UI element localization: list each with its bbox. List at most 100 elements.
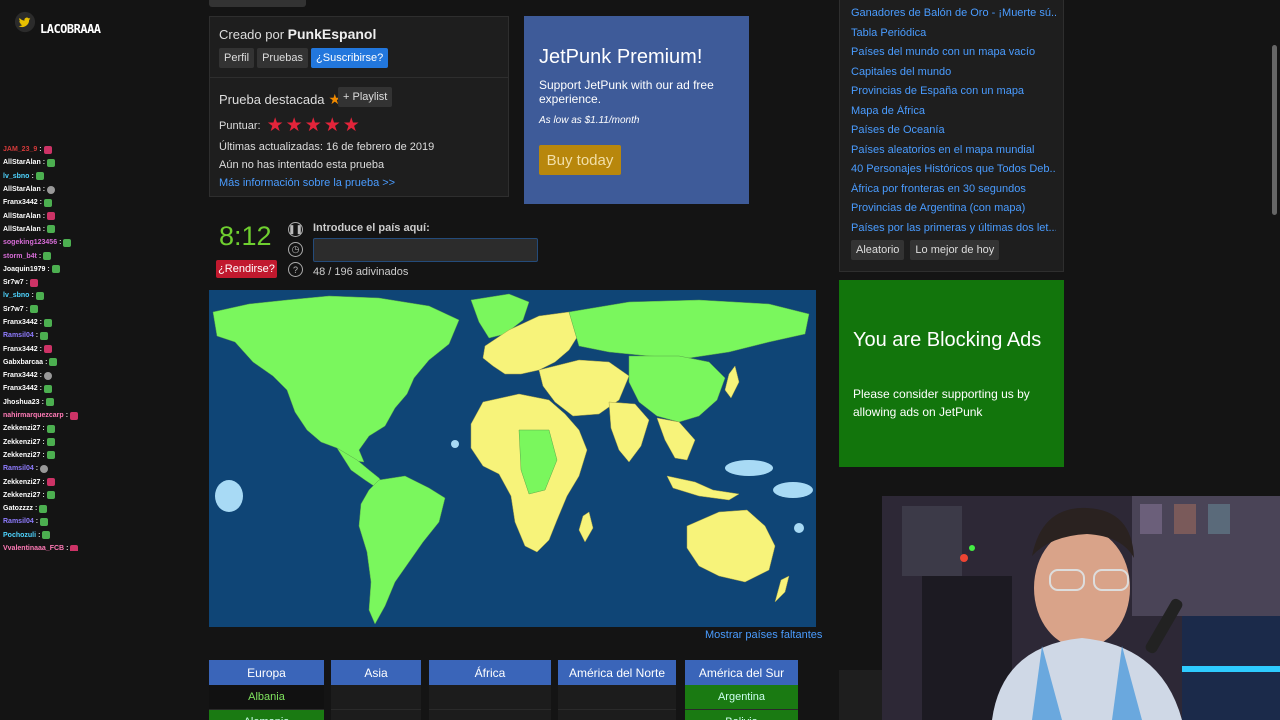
pause-icon[interactable]: ❚❚	[288, 222, 303, 237]
chat-username[interactable]: Franx3442	[3, 372, 38, 379]
chat-username[interactable]: Franx3442	[3, 319, 38, 326]
emote-icon	[29, 278, 38, 287]
related-quiz-link[interactable]: Países por las primeras y últimas dos le…	[851, 222, 1056, 234]
country-cell: Bolivia	[685, 710, 798, 720]
continent-column: Asia	[331, 660, 421, 720]
chat-username[interactable]: AllStarAlan	[3, 226, 41, 233]
related-quiz-link[interactable]: Países aleatorios en el mapa mundial	[851, 144, 1056, 156]
chat-username[interactable]: Sr7w7	[3, 306, 24, 313]
related-quiz-link[interactable]: Mapa de África	[851, 105, 1056, 117]
more-info-link[interactable]: Más información sobre la prueba >>	[219, 177, 395, 189]
chat-separator: :	[25, 279, 28, 287]
map-region-north-america[interactable]	[212, 295, 460, 463]
map-region-south-america[interactable]	[358, 475, 446, 625]
random-button[interactable]: Aleatorio	[851, 240, 905, 260]
map-region-russia[interactable]	[568, 299, 810, 359]
quizzes-button[interactable]: Pruebas	[257, 48, 309, 68]
rating-star-4[interactable]: ★	[324, 116, 341, 135]
chat-username[interactable]: Ramsil04	[3, 465, 34, 472]
chat-username[interactable]: AllStarAlan	[3, 213, 41, 220]
divider	[210, 77, 508, 78]
chat-username[interactable]: Gatozzzz	[3, 505, 33, 512]
emote-icon	[63, 238, 72, 247]
continent-header[interactable]: América del Norte	[558, 660, 676, 685]
chat-username[interactable]: Vvalentinaaa_FCB	[3, 545, 64, 551]
chat-separator: :	[42, 186, 46, 194]
give-up-button[interactable]: ¿Rendirse?	[216, 260, 277, 278]
map-region-japan[interactable]	[724, 365, 740, 399]
show-missing-link[interactable]: Mostrar países faltantes	[705, 629, 822, 641]
clock-icon[interactable]: ◷	[288, 242, 303, 257]
related-quiz-link[interactable]: Provincias de España con un mapa	[851, 85, 1056, 97]
best-today-button[interactable]: Lo mejor de hoy	[910, 240, 1000, 260]
author-name[interactable]: PunkEspanol	[288, 26, 377, 42]
rating-star-5[interactable]: ★	[343, 116, 360, 135]
chat-username[interactable]: Gabxbarcaa	[3, 359, 43, 366]
map-region-australia[interactable]	[686, 509, 776, 583]
chat-username[interactable]: JAM_23_9	[3, 146, 37, 153]
related-quiz-link[interactable]: Ganadores de Balón de Oro - ¡Muerte sú..…	[851, 7, 1056, 19]
continent-header[interactable]: América del Sur	[685, 660, 798, 685]
chat-message: Ramsil04:	[0, 515, 216, 528]
emote-icon	[49, 358, 58, 367]
rating-star-1[interactable]: ★	[267, 116, 284, 135]
map-region-madagascar[interactable]	[578, 511, 594, 543]
map-region-china[interactable]	[628, 355, 726, 423]
chat-separator: :	[65, 412, 69, 420]
last-updated: Últimas actualizadas: 16 de febrero de 2…	[219, 141, 435, 153]
chat-username[interactable]: Zekkenzi27	[3, 492, 40, 499]
rating-star-2[interactable]: ★	[286, 116, 303, 135]
related-quiz-link[interactable]: 40 Personajes Históricos que Todos Deb..…	[851, 163, 1056, 175]
chat-username[interactable]: Zekkenzi27	[3, 479, 40, 486]
emote-icon	[45, 398, 54, 407]
chat-username[interactable]: storm_b4t	[3, 253, 37, 260]
subscribe-button[interactable]: ¿Suscribirse?	[311, 48, 389, 68]
buy-today-button[interactable]: Buy today	[539, 145, 621, 175]
chat-username[interactable]: lv_sbno	[3, 292, 29, 299]
related-quiz-link[interactable]: Países de Oceanía	[851, 124, 1056, 136]
chat-username[interactable]: Ramsil04	[3, 332, 34, 339]
country-cell	[558, 710, 676, 720]
chat-username[interactable]: Franx3442	[3, 346, 38, 353]
chat-username[interactable]: Franx3442	[3, 199, 38, 206]
related-quiz-link[interactable]: Países del mundo con un mapa vacío	[851, 46, 1056, 58]
profile-button[interactable]: Perfil	[219, 48, 255, 68]
chat-username[interactable]: Jhoshua23	[3, 399, 40, 406]
chat-username[interactable]: sogeking123456	[3, 239, 57, 246]
chat-username[interactable]: AllStarAlan	[3, 159, 41, 166]
continent-header[interactable]: Europa	[209, 660, 324, 685]
continent-header[interactable]: África	[429, 660, 551, 685]
rating-star-3[interactable]: ★	[305, 116, 322, 135]
chat-username[interactable]: lv_sbno	[3, 173, 29, 180]
author-buttons: Perfil Pruebas ¿Suscribirse?	[219, 48, 389, 68]
related-quiz-link[interactable]: Capitales del mundo	[851, 66, 1056, 78]
chat-username[interactable]: Joaquin1979	[3, 266, 45, 273]
chat-username[interactable]: Sr7w7	[3, 279, 24, 286]
playlist-button[interactable]: + Playlist	[338, 87, 393, 107]
chat-username[interactable]: Zekkenzi27	[3, 452, 40, 459]
chat-username[interactable]: AllStarAlan	[3, 186, 41, 193]
answer-input[interactable]	[313, 238, 538, 262]
world-map[interactable]	[209, 290, 816, 627]
map-region-indonesia[interactable]	[666, 475, 740, 501]
continent-header[interactable]: Asia	[331, 660, 421, 685]
chat-username[interactable]: Zekkenzi27	[3, 425, 40, 432]
chat-username[interactable]: Zekkenzi27	[3, 439, 40, 446]
chat-username[interactable]: Franx3442	[3, 385, 38, 392]
page-scrollbar[interactable]	[1272, 45, 1277, 215]
twitter-icon	[14, 11, 36, 33]
related-quiz-link[interactable]: Tabla Periódica	[851, 27, 1056, 39]
guess-progress: 48 / 196 adivinados	[313, 266, 409, 278]
webcam-overlay	[882, 496, 1280, 720]
related-quiz-link[interactable]: África por fronteras en 30 segundos	[851, 183, 1056, 195]
adblock-notice: You are Blocking Ads Please consider sup…	[839, 280, 1064, 467]
chat-username[interactable]: Pochozuli	[3, 532, 36, 539]
chat-username[interactable]: nahirmarquezcarp	[3, 412, 64, 419]
related-quiz-link[interactable]: Provincias de Argentina (con mapa)	[851, 202, 1056, 214]
chat-separator: :	[41, 398, 44, 406]
chat-separator: :	[42, 212, 46, 220]
chat-username[interactable]: Ramsil04	[3, 518, 34, 525]
map-region-new-zealand[interactable]	[774, 575, 790, 603]
chat-message: Zekkenzi27:	[0, 475, 216, 488]
help-icon[interactable]: ?	[288, 262, 303, 277]
